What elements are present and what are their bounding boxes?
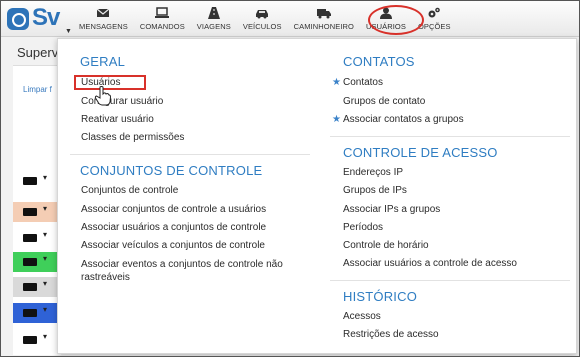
star-icon: ★ — [332, 114, 341, 125]
gears-icon — [428, 7, 441, 18]
nav-mensagens[interactable]: MENSAGENS — [73, 1, 134, 37]
usuarios-highlight-ring — [368, 5, 424, 35]
nav-comandos[interactable]: COMANDOS — [134, 1, 191, 37]
divider — [330, 280, 570, 281]
car-icon — [256, 10, 269, 19]
logo-text: Sv — [32, 4, 60, 31]
clear-filter-link[interactable]: Limpar f — [23, 85, 52, 94]
nav-label: VIAGENS — [196, 22, 231, 31]
section-title-contatos: CONTATOS — [343, 54, 415, 69]
vehicle-row[interactable] — [13, 252, 61, 272]
vehicle-row[interactable] — [13, 171, 61, 191]
menu-link-enderecos-ip[interactable]: Endereços IP — [343, 167, 403, 178]
page-title: Superv — [17, 45, 59, 60]
road-icon — [207, 7, 220, 19]
menu-link-classes-permissoes[interactable]: Classes de permissões — [81, 132, 184, 143]
menu-link-controle-horario[interactable]: Controle de horário — [343, 240, 429, 251]
hand-pointer-icon — [94, 86, 112, 106]
chevron-down-icon: ▼ — [65, 28, 72, 35]
section-title-controle-acesso: CONTROLE DE ACESSO — [343, 145, 498, 160]
logo-icon — [7, 8, 29, 30]
menu-link-grupos-contato[interactable]: Grupos de contato — [343, 96, 425, 107]
vehicle-list: Limpar f — [13, 65, 61, 355]
menu-link-assoc-contatos-grupos[interactable]: ★ Associar contatos a grupos — [332, 114, 464, 125]
monitor-icon — [155, 7, 170, 18]
menu-link-reativar-usuario[interactable]: Reativar usuário — [81, 114, 154, 125]
motorcycle-icon — [23, 230, 47, 242]
truck-icon — [23, 254, 47, 266]
menu-link-conjuntos-controle[interactable]: Conjuntos de controle — [81, 185, 178, 196]
usuarios-dropdown-menu: GERAL Usuários Configurar usuário Reativ… — [57, 38, 577, 354]
truck-icon — [23, 332, 47, 344]
app-logo[interactable]: Sv ▼ — [7, 4, 72, 35]
nav-viagens[interactable]: VIAGENS — [191, 1, 237, 37]
truck-driver-icon — [316, 9, 331, 19]
menu-link-assoc-ips-grupos[interactable]: Associar IPs a grupos — [343, 204, 440, 215]
menu-link-contatos[interactable]: ★ Contatos — [332, 77, 383, 88]
menu-link-assoc-usuarios-conjuntos[interactable]: Associar usuários a conjuntos de control… — [81, 222, 266, 233]
nav-veiculos[interactable]: VEÍCULOS — [237, 1, 288, 37]
nav-label: MENSAGENS — [79, 22, 128, 31]
menu-link-assoc-conjuntos-usuarios[interactable]: Associar conjuntos de controle a usuário… — [81, 204, 266, 215]
nav-caminhoneiro[interactable]: CAMINHONEIRO — [288, 1, 360, 37]
menu-link-acessos[interactable]: Acessos — [343, 311, 381, 322]
vehicle-row[interactable] — [13, 330, 61, 350]
truck-icon — [23, 204, 47, 216]
menu-link-assoc-usuarios-controle[interactable]: Associar usuários a controle de acesso — [343, 258, 517, 269]
star-icon: ★ — [332, 77, 341, 88]
truck-icon — [23, 305, 47, 317]
truck-icon — [23, 173, 47, 185]
section-title-historico: HISTÓRICO — [343, 289, 418, 304]
vehicle-row[interactable] — [13, 228, 61, 248]
truck-icon — [23, 279, 47, 291]
vehicle-row[interactable] — [13, 277, 61, 297]
vehicle-row[interactable] — [13, 303, 61, 323]
top-navbar: Sv ▼ MENSAGENS COMANDOS VIAGENS VEÍCULOS — [1, 1, 579, 37]
nav-label: CAMINHONEIRO — [293, 22, 354, 31]
menu-link-assoc-eventos-conjuntos[interactable]: Associar eventos a conjuntos de controle… — [81, 258, 296, 284]
section-title-geral: GERAL — [80, 54, 126, 69]
envelope-icon — [97, 8, 110, 17]
nav-label: VEÍCULOS — [242, 22, 282, 31]
menu-link-periodos[interactable]: Períodos — [343, 222, 383, 233]
vehicle-row[interactable] — [13, 202, 61, 222]
menu-link-label: Associar contatos a grupos — [342, 114, 464, 125]
divider — [70, 154, 310, 155]
menu-link-restricoes-acesso[interactable]: Restrições de acesso — [343, 329, 439, 340]
section-title-conjuntos: CONJUNTOS DE CONTROLE — [80, 163, 263, 178]
nav-label: COMANDOS — [139, 22, 185, 31]
app-window: Sv ▼ MENSAGENS COMANDOS VIAGENS VEÍCULOS — [0, 0, 580, 357]
menu-link-label: Contatos — [342, 77, 383, 88]
menu-link-grupos-ips[interactable]: Grupos de IPs — [343, 185, 407, 196]
menu-link-assoc-veiculos-conjuntos[interactable]: Associar veículos a conjuntos de control… — [81, 240, 265, 251]
divider — [330, 136, 570, 137]
